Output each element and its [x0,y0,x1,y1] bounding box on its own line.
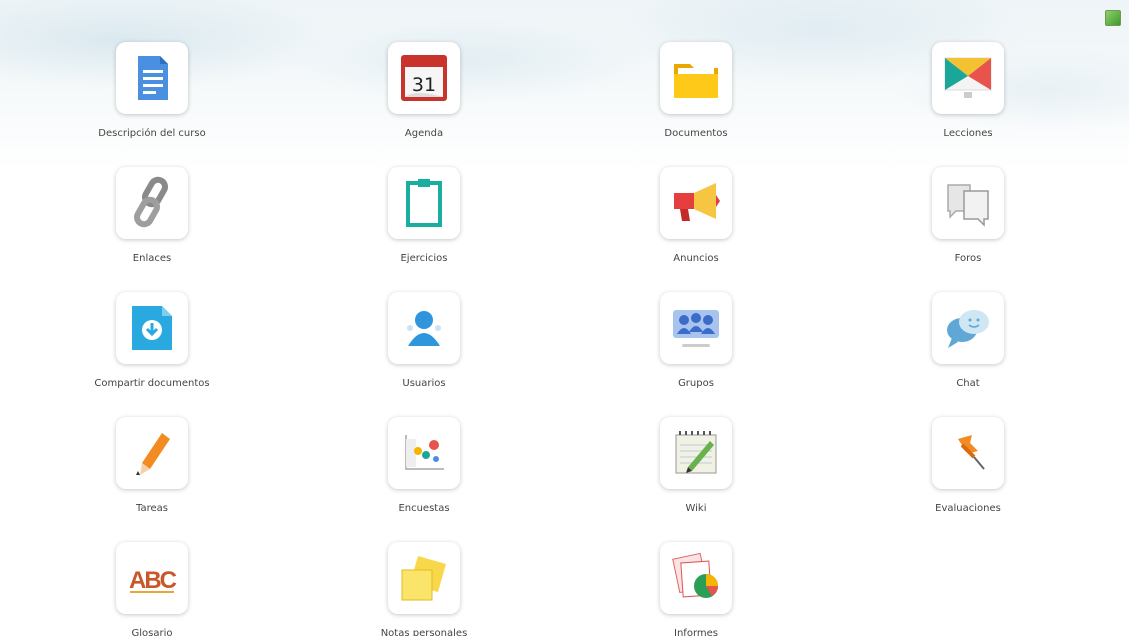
tool-tile[interactable] [388,292,460,364]
user-icon [407,311,441,346]
calendar-icon: 31 [401,55,447,101]
image-icon[interactable] [1105,10,1121,26]
tool-tile[interactable] [116,417,188,489]
tool-tile[interactable] [660,292,732,364]
tool-tile[interactable] [932,42,1004,114]
tool-notas[interactable]: Notas personales [288,534,560,636]
speech-bubbles-icon [947,184,989,227]
tool-tareas[interactable]: Tareas [16,409,288,534]
group-icon [673,310,719,347]
tool-ejercicios[interactable]: Ejercicios [288,159,560,284]
tool-glosario[interactable]: ABC Glosario [16,534,288,636]
tool-tile[interactable]: 31 [388,42,460,114]
tool-label[interactable]: Enlaces [133,253,171,264]
folder-icon [674,64,718,98]
tool-label[interactable]: Encuestas [398,503,449,514]
tool-compartir[interactable]: Compartir documentos [16,284,288,409]
sticky-notes-icon [401,556,446,601]
tool-chat[interactable]: Chat [832,284,1104,409]
tool-informes[interactable]: Informes [560,534,832,636]
tool-tile[interactable] [660,42,732,114]
tool-tile[interactable] [932,417,1004,489]
tool-tile[interactable] [388,167,460,239]
pencil-icon [136,433,170,475]
download-document-icon [132,306,172,350]
tool-grupos[interactable]: Grupos [560,284,832,409]
tool-tile[interactable] [660,417,732,489]
tool-tile[interactable] [116,292,188,364]
tool-usuarios[interactable]: Usuarios [288,284,560,409]
clipboard-icon [406,179,442,227]
tool-foros[interactable]: Foros [832,159,1104,284]
tool-agenda[interactable]: 31 Agenda [288,34,560,159]
abc-icon: ABC [129,567,179,594]
tool-label[interactable]: Anuncios [673,253,718,264]
tool-tile[interactable] [116,167,188,239]
tool-tile[interactable] [932,167,1004,239]
chain-link-icon [134,176,168,228]
tool-tile[interactable] [388,542,460,614]
tool-encuestas[interactable]: Encuestas [288,409,560,534]
tool-label[interactable]: Ejercicios [400,253,447,264]
tool-tile[interactable] [660,167,732,239]
tool-descripcion[interactable]: Descripción del curso [16,34,288,159]
tool-label[interactable]: Agenda [405,128,443,139]
pushpin-icon [958,435,985,470]
tool-label[interactable]: Descripción del curso [98,128,205,139]
tool-label[interactable]: Lecciones [943,128,992,139]
course-tools-grid: Descripción del curso 31 Agenda Document… [0,34,1129,636]
reports-pie-icon [672,552,718,598]
tool-label[interactable]: Usuarios [402,378,445,389]
svg-text:ABC: ABC [129,567,177,594]
tool-anuncios[interactable]: Anuncios [560,159,832,284]
tool-label[interactable]: Grupos [678,378,714,389]
document-icon [138,56,168,100]
chat-bubbles-icon [947,310,989,348]
tool-label[interactable]: Documentos [664,128,727,139]
tool-label[interactable]: Compartir documentos [94,378,209,389]
tool-label[interactable]: Foros [955,253,982,264]
tool-label[interactable]: Informes [674,628,718,636]
svg-text:31: 31 [412,74,436,96]
tool-label[interactable]: Chat [956,378,979,389]
tool-wiki[interactable]: Wiki [560,409,832,534]
tool-label[interactable]: Evaluaciones [935,503,1001,514]
tool-tile[interactable]: ABC [116,542,188,614]
tool-evaluaciones[interactable]: Evaluaciones [832,409,1104,534]
tool-tile[interactable] [660,542,732,614]
tool-label[interactable]: Notas personales [381,628,468,636]
tool-label[interactable]: Wiki [685,503,706,514]
monitor-icon [944,57,992,98]
tool-lecciones[interactable]: Lecciones [832,34,1104,159]
tool-tile[interactable] [932,292,1004,364]
tool-label[interactable]: Tareas [136,503,168,514]
tool-documentos[interactable]: Documentos [560,34,832,159]
megaphone-icon [674,183,720,221]
notepad-pencil-icon [675,431,717,474]
tool-tile[interactable] [388,417,460,489]
tool-tile[interactable] [116,42,188,114]
survey-chart-icon [405,435,444,470]
tool-enlaces[interactable]: Enlaces [16,159,288,284]
tool-label[interactable]: Glosario [132,628,173,636]
